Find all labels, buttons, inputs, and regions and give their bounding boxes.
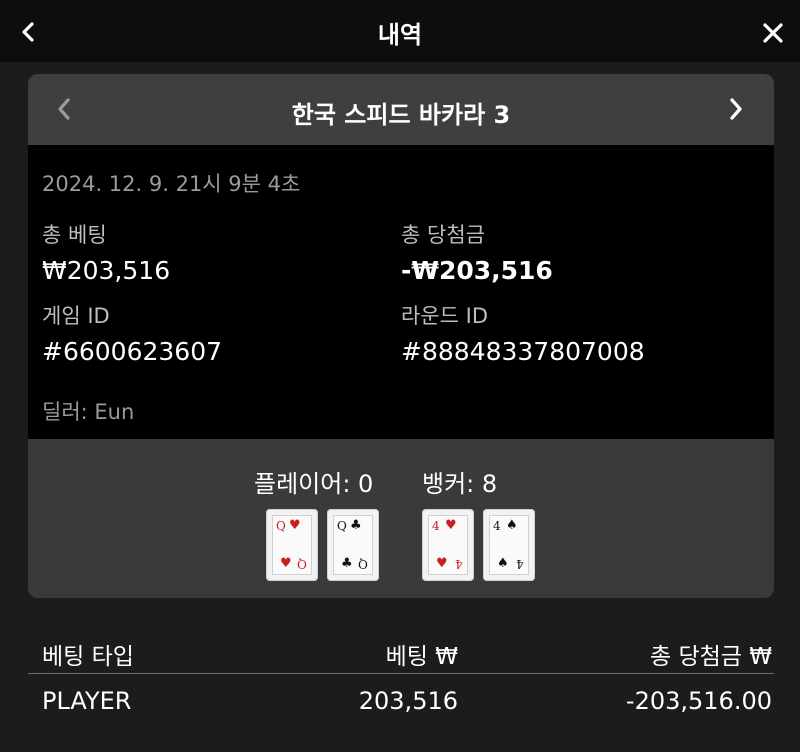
round-id-value: #88848337807008 xyxy=(401,337,645,366)
close-button[interactable] xyxy=(758,18,788,48)
card-rank: Q xyxy=(297,557,307,571)
close-icon xyxy=(763,23,783,43)
banker-card-2: 4 ♠ ♠ 4 xyxy=(483,509,535,581)
page-title: 내역 xyxy=(377,21,423,49)
top-bar: 내역 xyxy=(0,0,800,62)
card-rank: 4 xyxy=(432,519,440,533)
banker-score: 뱅커: 8 xyxy=(422,470,498,498)
total-win-label: 총 당첨금 xyxy=(401,223,485,247)
heart-icon: ♥ xyxy=(280,556,292,571)
total-bet-value: ₩203,516 xyxy=(42,256,171,285)
total-win-header: 총 당첨금 ₩ xyxy=(649,644,772,670)
card-rank: 4 xyxy=(455,557,463,571)
player-card-2: Q ♣ ♣ Q xyxy=(327,509,379,581)
heart-icon: ♥ xyxy=(436,556,448,571)
round-id-label: 라운드 ID xyxy=(401,304,488,328)
card-header: 한국 스피드 바카라 3 xyxy=(28,74,774,145)
total-bet-label: 총 베팅 xyxy=(42,223,107,247)
card-rank: 4 xyxy=(516,557,524,571)
chevron-right-icon xyxy=(730,98,742,120)
card-rank: Q xyxy=(337,519,347,533)
total-win-value: -₩203,516 xyxy=(401,256,553,285)
heart-icon: ♥ xyxy=(445,518,457,533)
card-rank: 4 xyxy=(493,519,501,533)
spade-icon: ♠ xyxy=(497,556,509,571)
game-id-value: #6600623607 xyxy=(42,337,223,366)
game-title: 한국 스피드 바카라 3 xyxy=(291,101,511,129)
heart-icon: ♥ xyxy=(289,518,301,533)
game-id-label: 게임 ID xyxy=(42,304,110,328)
banker-card-1: 4 ♥ ♥ 4 xyxy=(422,509,474,581)
card-rank: Q xyxy=(276,519,286,533)
round-result: 플레이어: 0 뱅커: 8 Q ♥ ♥ Q Q ♣ ♣ Q 4 ♥ ♥ 4 4 … xyxy=(28,439,774,598)
bet-type-header: 베팅 타입 xyxy=(42,644,134,670)
player-card-1: Q ♥ ♥ Q xyxy=(266,509,318,581)
spade-icon: ♠ xyxy=(506,518,518,533)
card-rank: Q xyxy=(358,557,368,571)
bet-type-cell: PLAYER xyxy=(42,687,132,715)
bet-amount-cell: 203,516 xyxy=(358,687,458,715)
game-datetime: 2024. 12. 9. 21시 9분 4초 xyxy=(42,172,301,196)
game-details: 2024. 12. 9. 21시 9분 4초 총 베팅 ₩203,516 총 당… xyxy=(28,145,774,439)
club-icon: ♣ xyxy=(350,518,362,533)
player-score: 플레이어: 0 xyxy=(254,470,374,498)
history-card: 한국 스피드 바카라 3 2024. 12. 9. 21시 9분 4초 총 베팅… xyxy=(28,74,774,598)
bet-amount-header: 베팅 ₩ xyxy=(385,644,458,670)
club-icon: ♣ xyxy=(341,556,353,571)
table-divider xyxy=(28,673,774,674)
dealer-name: 딜러: Eun xyxy=(42,400,135,424)
next-game-button[interactable] xyxy=(722,94,750,124)
total-win-cell: -203,516.00 xyxy=(625,687,772,715)
